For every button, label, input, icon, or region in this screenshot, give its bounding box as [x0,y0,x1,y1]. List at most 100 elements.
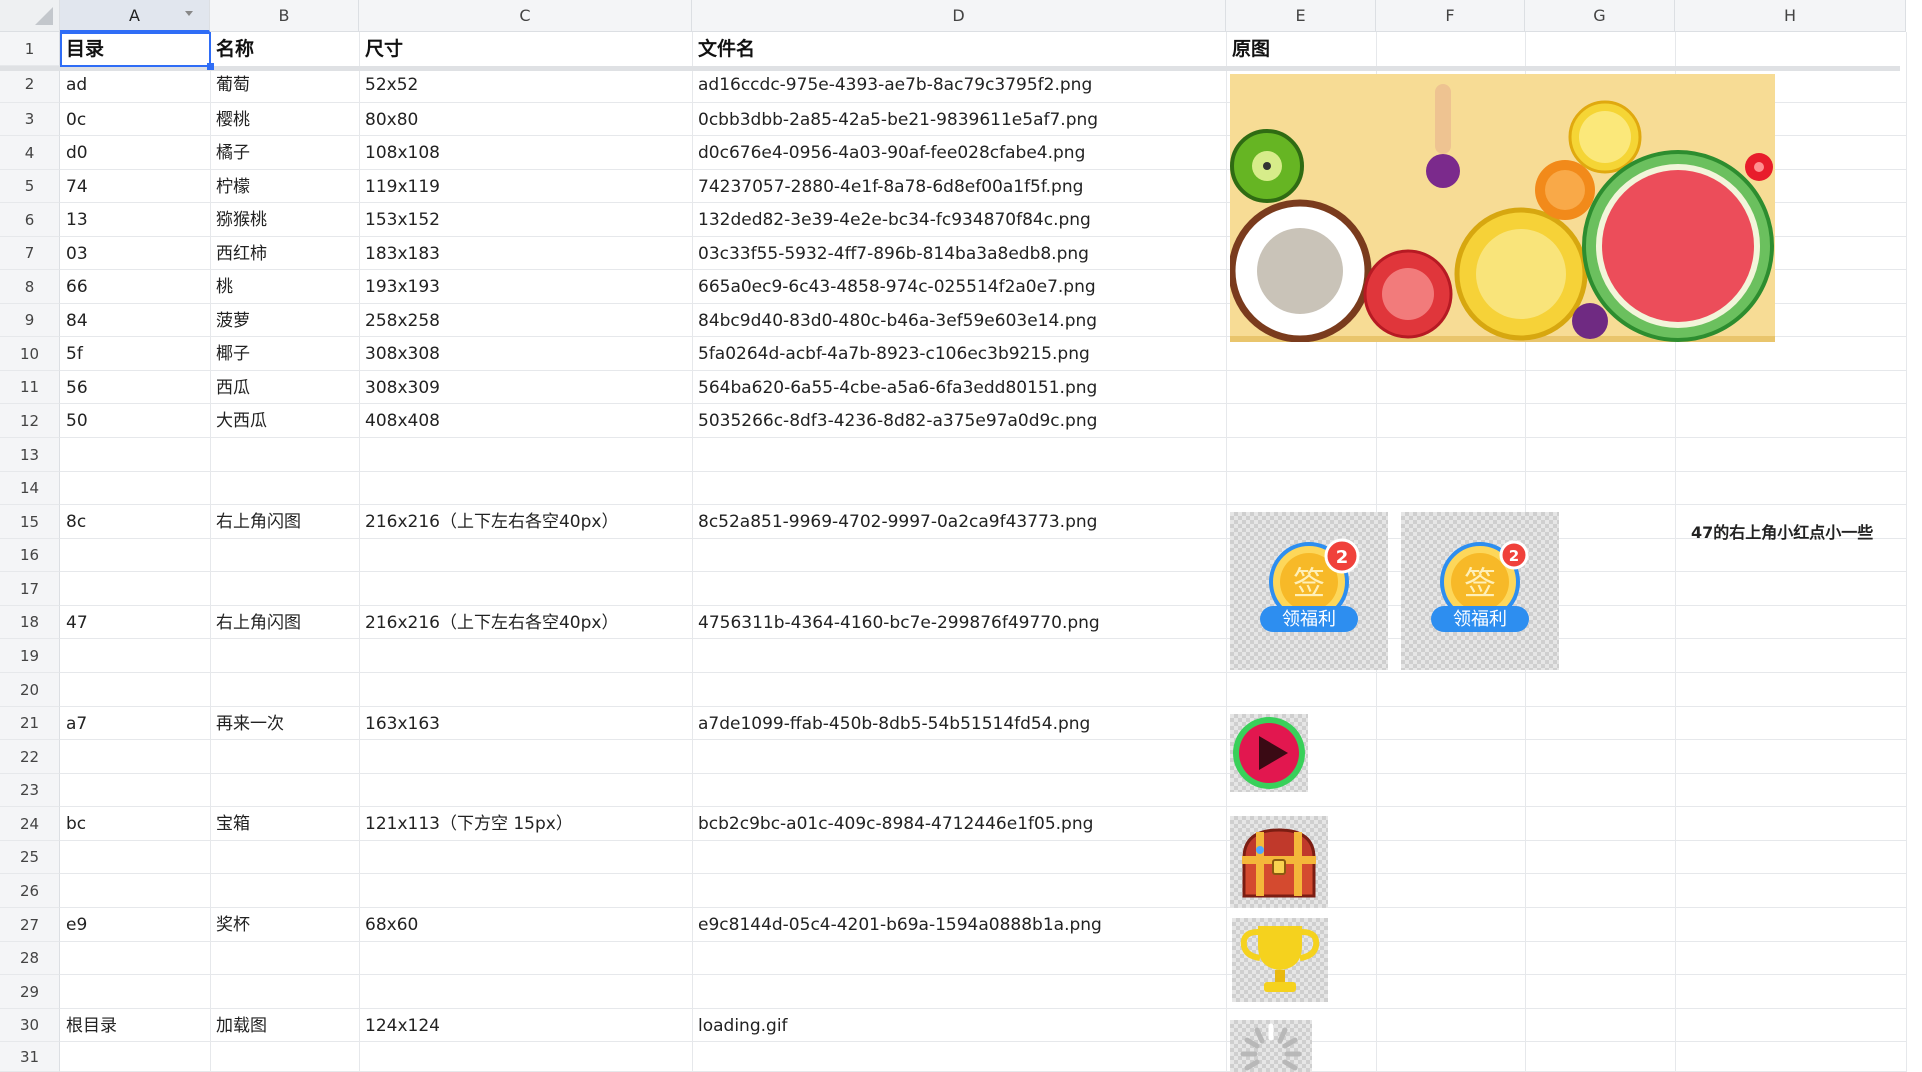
cell-d27[interactable]: e9c8144d-05c4-4201-b69a-1594a0888b1a.png [698,915,1102,935]
fruit-image[interactable] [1230,74,1775,342]
row-header-28[interactable]: 28 [0,942,60,975]
cell-a4[interactable]: d0 [66,143,88,163]
cell-d3[interactable]: 0cbb3dbb-2a85-42a5-be21-9839611e5af7.png [698,110,1098,130]
cell-b15[interactable]: 右上角闪图 [216,512,301,532]
cell-a8[interactable]: 66 [66,277,88,297]
cell-d24[interactable]: bcb2c9bc-a01c-409c-8984-4712446e1f05.png [698,814,1093,834]
column-header-a[interactable]: A [60,0,210,32]
cell-a15[interactable]: 8c [66,512,86,532]
cell-d12[interactable]: 5035266c-8df3-4236-8d82-a375e97a0d9c.png [698,411,1097,431]
select-all-corner[interactable] [0,0,60,32]
row-header-3[interactable]: 3 [0,103,60,136]
cell-b21[interactable]: 再来一次 [216,714,284,734]
column-header-b[interactable]: B [210,0,359,32]
row-header-12[interactable]: 12 [0,404,60,438]
row-header-4[interactable]: 4 [0,136,60,170]
cell-d4[interactable]: d0c676e4-0956-4a03-90af-fee028cfabe4.png [698,143,1085,163]
cell-d7[interactable]: 03c33f55-5932-4ff7-896b-814ba3a8edb8.png [698,244,1089,264]
row-header-1[interactable]: 1 [0,32,60,66]
row-header-24[interactable]: 24 [0,807,60,841]
row-header-10[interactable]: 10 [0,337,60,371]
row-header-7[interactable]: 7 [0,237,60,270]
cell-a7[interactable]: 03 [66,244,88,264]
cell-c8[interactable]: 193x193 [365,277,440,297]
sign-reward-image-47[interactable]: 签 2 领福利 [1401,512,1559,670]
loading-image[interactable] [1230,1020,1312,1072]
row-header-30[interactable]: 30 [0,1009,60,1042]
column-header-e[interactable]: E [1226,0,1376,32]
cell-c3[interactable]: 80x80 [365,110,418,130]
column-header-c[interactable]: C [359,0,692,32]
row-header-26[interactable]: 26 [0,874,60,908]
cell-d18[interactable]: 4756311b-4364-4160-bc7e-299876f49770.png [698,613,1100,633]
row-header-14[interactable]: 14 [0,472,60,505]
row-header-13[interactable]: 13 [0,438,60,472]
row-header-22[interactable]: 22 [0,740,60,774]
cell-d21[interactable]: a7de1099-ffab-450b-8db5-54b51514fd54.png [698,714,1090,734]
cell-a11[interactable]: 56 [66,378,88,398]
cell-e1[interactable]: 原图 [1232,39,1270,59]
cell-a30[interactable]: 根目录 [66,1016,117,1036]
row-header-11[interactable]: 11 [0,371,60,404]
cell-b2[interactable]: 葡萄 [216,75,250,95]
sign-reward-image-8c[interactable]: 签 2 领福利 [1230,512,1388,670]
freeze-divider[interactable] [0,66,1900,71]
cell-b8[interactable]: 桃 [216,277,233,297]
cell-a27[interactable]: e9 [66,915,87,935]
cell-d9[interactable]: 84bc9d40-83d0-480c-b46a-3ef59e603e14.png [698,311,1097,331]
cell-a12[interactable]: 50 [66,411,88,431]
row-header-8[interactable]: 8 [0,270,60,304]
replay-image[interactable] [1230,714,1308,792]
row-header-27[interactable]: 27 [0,908,60,942]
cell-c4[interactable]: 108x108 [365,143,440,163]
cell-b9[interactable]: 菠萝 [216,311,250,331]
cell-c9[interactable]: 258x258 [365,311,440,331]
row-header-15[interactable]: 15 [0,505,60,539]
row-header-19[interactable]: 19 [0,639,60,673]
cell-c27[interactable]: 68x60 [365,915,418,935]
cell-c12[interactable]: 408x408 [365,411,440,431]
cell-a18[interactable]: 47 [66,613,88,633]
row-header-5[interactable]: 5 [0,170,60,203]
cell-b4[interactable]: 橘子 [216,143,250,163]
fill-handle[interactable] [207,63,214,70]
cell-d10[interactable]: 5fa0264d-acbf-4a7b-8923-c106ec3b9215.png [698,344,1090,364]
column-header-h[interactable]: H [1675,0,1906,32]
cell-c5[interactable]: 119x119 [365,177,440,197]
cell-a21[interactable]: a7 [66,714,87,734]
cell-a10[interactable]: 5f [66,344,83,364]
cell-c11[interactable]: 308x309 [365,378,440,398]
cell-d15[interactable]: 8c52a851-9969-4702-9997-0a2ca9f43773.png [698,512,1097,532]
trophy-image[interactable] [1232,918,1328,1002]
cell-d6[interactable]: 132ded82-3e39-4e2e-bc34-fc934870f84c.png [698,210,1091,230]
cell-a2[interactable]: ad [66,75,87,95]
cell-b27[interactable]: 奖杯 [216,915,250,935]
cell-d8[interactable]: 665a0ec9-6c43-4858-974c-025514f2a0e7.png [698,277,1096,297]
treasure-chest-image[interactable] [1230,816,1328,908]
cell-b18[interactable]: 右上角闪图 [216,613,301,633]
cell-a9[interactable]: 84 [66,311,88,331]
cell-b24[interactable]: 宝箱 [216,814,250,834]
cell-c10[interactable]: 308x308 [365,344,440,364]
cell-b30[interactable]: 加载图 [216,1016,267,1036]
spreadsheet[interactable]: ABCDEFGH 1 2 3 4 5 6 7 8 9 10 11 12 13 14 15 16 17 18 19 20… [0,0,1922,1072]
row-header-25[interactable]: 25 [0,841,60,874]
cell-b5[interactable]: 柠檬 [216,177,250,197]
cell-a3[interactable]: 0c [66,110,86,130]
cell-c21[interactable]: 163x163 [365,714,440,734]
cell-c6[interactable]: 153x152 [365,210,440,230]
cell-d2[interactable]: ad16ccdc-975e-4393-ae7b-8ac79c3795f2.png [698,75,1092,95]
row-header-29[interactable]: 29 [0,975,60,1009]
cell-b10[interactable]: 椰子 [216,344,250,364]
column-header-d[interactable]: D [692,0,1226,32]
cell-a24[interactable]: bc [66,814,86,834]
row-header-20[interactable]: 20 [0,673,60,707]
cell-c24[interactable]: 121x113（下方空 15px） [365,814,573,834]
cell-d30[interactable]: loading.gif [698,1016,788,1036]
chevron-down-icon[interactable] [185,11,193,16]
column-header-f[interactable]: F [1376,0,1525,32]
cell-b3[interactable]: 樱桃 [216,110,250,130]
cell-c30[interactable]: 124x124 [365,1016,440,1036]
cell-c2[interactable]: 52x52 [365,75,418,95]
cell-selection-a1[interactable] [60,32,211,67]
